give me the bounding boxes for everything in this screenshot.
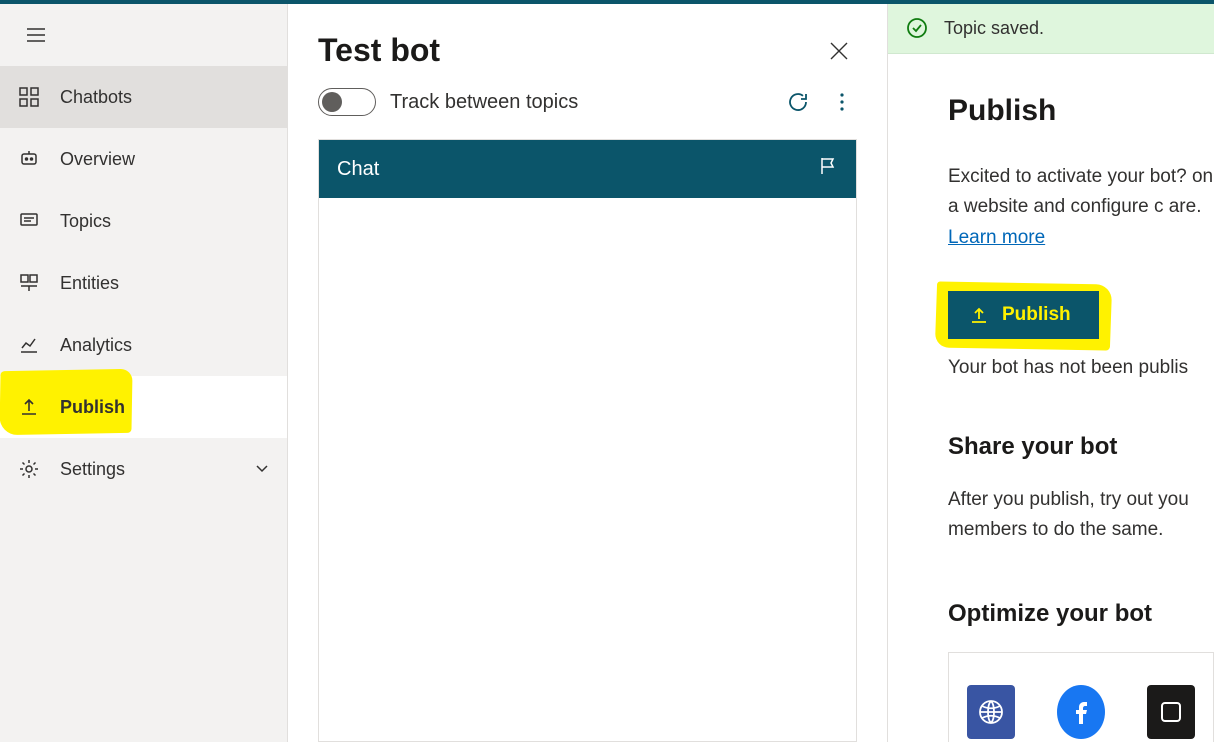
share-heading: Share your bot: [948, 433, 1214, 461]
channel-card: [948, 652, 1214, 742]
facebook-icon: [1066, 697, 1096, 727]
close-button[interactable]: [821, 33, 857, 69]
sidebar-item-label: Analytics: [60, 335, 269, 356]
sidebar-item-label: Entities: [60, 273, 269, 294]
close-icon: [828, 40, 850, 62]
optimize-heading: Optimize your bot: [948, 600, 1214, 628]
sidebar-item-label: Chatbots: [60, 87, 269, 108]
chat-header-title: Chat: [337, 158, 379, 181]
publish-panel: Topic saved. Publish Excited to activate…: [888, 4, 1214, 742]
reload-button[interactable]: [783, 87, 813, 117]
notification-text: Topic saved.: [944, 18, 1044, 39]
channel-icon: [1156, 697, 1186, 727]
check-circle-icon: [906, 17, 928, 39]
sidebar-item-entities[interactable]: Entities: [0, 252, 287, 314]
entities-icon: [18, 272, 40, 294]
share-description: After you publish, try out you members t…: [948, 485, 1214, 546]
publish-heading: Publish: [948, 94, 1214, 128]
sidebar-item-label: Settings: [60, 459, 235, 480]
hamburger-icon: [27, 28, 45, 42]
publish-button-highlight: Publish: [948, 291, 1099, 339]
sidebar: Chatbots Overview Topics Entities Analyt: [0, 4, 288, 742]
gear-icon: [18, 458, 40, 480]
chat-window: Chat: [318, 139, 857, 742]
sidebar-item-label: Publish: [60, 397, 269, 418]
globe-icon: [976, 697, 1006, 727]
publish-button-label: Publish: [1002, 304, 1071, 326]
channel-other[interactable]: [1147, 685, 1195, 739]
sidebar-item-label: Topics: [60, 211, 269, 232]
more-vertical-icon: [840, 93, 844, 111]
track-toggle-label: Track between topics: [390, 91, 769, 114]
publish-button[interactable]: Publish: [948, 291, 1099, 339]
hamburger-menu-button[interactable]: [18, 17, 54, 53]
more-options-button[interactable]: [827, 87, 857, 117]
chat-header: Chat: [319, 140, 856, 198]
channel-facebook[interactable]: [1057, 685, 1105, 739]
test-bot-title: Test bot: [318, 32, 440, 69]
bot-icon: [18, 148, 40, 170]
toggle-knob: [322, 92, 342, 112]
flag-icon: [818, 156, 838, 176]
analytics-icon: [18, 334, 40, 356]
upload-icon: [18, 396, 40, 418]
sidebar-item-publish[interactable]: Publish: [0, 376, 287, 438]
sidebar-item-topics[interactable]: Topics: [0, 190, 287, 252]
chat-icon: [18, 210, 40, 232]
publish-description: Excited to activate your bot? on a websi…: [948, 162, 1214, 253]
reload-icon: [787, 91, 809, 113]
sidebar-item-label: Overview: [60, 149, 269, 170]
sidebar-item-overview[interactable]: Overview: [0, 128, 287, 190]
channel-custom-website[interactable]: [967, 685, 1015, 739]
flag-button[interactable]: [818, 156, 838, 182]
grid-icon: [18, 86, 40, 108]
publish-status-text: Your bot has not been publis: [948, 357, 1214, 379]
upload-icon: [970, 306, 988, 324]
test-bot-panel: Test bot Track between topics Chat: [288, 4, 888, 742]
publish-desc-text: Excited to activate your bot? on a websi…: [948, 166, 1213, 217]
sidebar-item-chatbots[interactable]: Chatbots: [0, 66, 287, 128]
sidebar-item-analytics[interactable]: Analytics: [0, 314, 287, 376]
track-between-topics-toggle[interactable]: [318, 88, 376, 116]
notification-bar: Topic saved.: [888, 4, 1214, 54]
sidebar-item-settings[interactable]: Settings: [0, 438, 287, 500]
learn-more-link[interactable]: Learn more: [948, 227, 1045, 248]
chevron-down-icon: [255, 459, 269, 480]
